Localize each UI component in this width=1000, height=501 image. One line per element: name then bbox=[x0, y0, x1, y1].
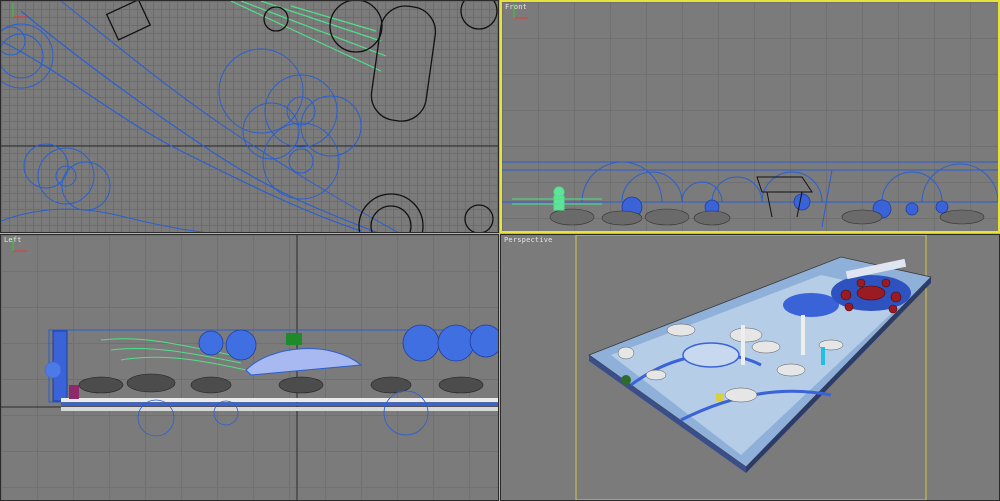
axis-tripod-icon bbox=[12, 3, 27, 18]
axis-tripod-icon bbox=[12, 237, 27, 252]
top-scene-wireframe bbox=[1, 1, 498, 232]
viewport-perspective[interactable]: Perspective bbox=[500, 234, 1000, 501]
path-curve bbox=[1, 40, 362, 232]
viewport-layout: Front Perspective bbox=[0, 0, 1000, 501]
left-scene-wireframe bbox=[1, 235, 498, 500]
viewport-top[interactable] bbox=[0, 0, 499, 233]
axis-tripod-icon bbox=[513, 4, 528, 19]
front-scene-wireframe bbox=[502, 161, 998, 228]
viewport-front[interactable]: Front bbox=[500, 0, 1000, 233]
path-curve bbox=[60, 1, 399, 232]
viewport-left[interactable]: Left bbox=[0, 234, 499, 501]
path-curve bbox=[20, 10, 378, 232]
perspective-scene bbox=[575, 235, 932, 500]
path-curve bbox=[1, 208, 207, 232]
viewport-label-perspective[interactable]: Perspective bbox=[504, 236, 553, 244]
